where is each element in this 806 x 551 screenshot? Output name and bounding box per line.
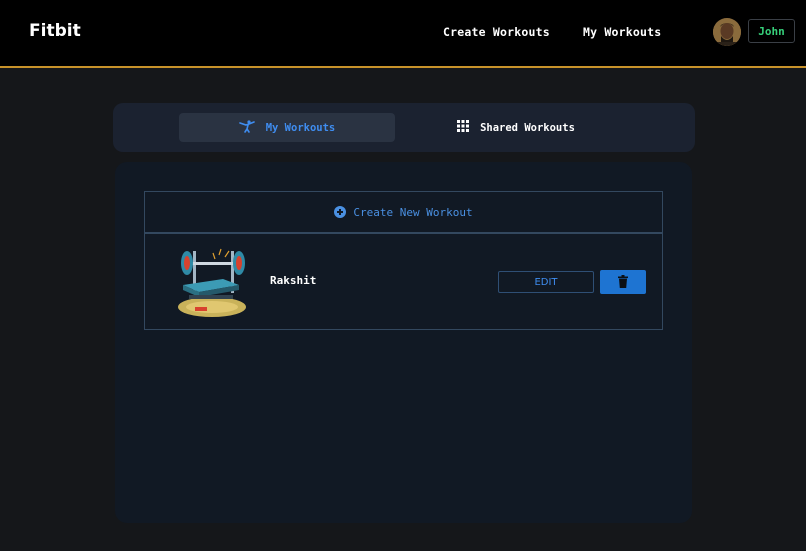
create-new-workout-label: Create New Workout [353, 205, 473, 219]
top-navbar: Fitbit Create Workouts My Workouts John [0, 0, 806, 68]
plus-circle-icon [334, 206, 347, 218]
grid-icon [457, 120, 470, 135]
tab-my-workouts[interactable]: My Workouts [179, 113, 395, 142]
tab-shared-workouts[interactable]: Shared Workouts [403, 113, 629, 142]
nav-my-workouts[interactable]: My Workouts [583, 25, 661, 39]
avatar-image [713, 18, 741, 46]
avatar[interactable] [713, 18, 741, 46]
delete-workout-button[interactable] [600, 270, 646, 294]
karate-kick-icon [238, 119, 255, 136]
create-new-workout-button[interactable]: Create New Workout [144, 191, 663, 233]
workouts-panel: Create New Workout Rakshit EDIT [115, 162, 692, 523]
tab-shared-workouts-label: Shared Workouts [480, 121, 575, 134]
workout-name: Rakshit [270, 274, 317, 287]
bench-press-illustration [175, 245, 250, 320]
workout-tabs: My Workouts Shared Workouts [113, 103, 695, 152]
user-menu-button[interactable]: John [748, 19, 795, 43]
nav-create-workouts[interactable]: Create Workouts [443, 25, 550, 39]
workout-card[interactable]: Rakshit EDIT [144, 233, 663, 330]
edit-workout-button[interactable]: EDIT [498, 271, 594, 293]
trash-icon [618, 273, 628, 292]
brand-logo[interactable]: Fitbit [29, 21, 81, 41]
tab-my-workouts-label: My Workouts [265, 121, 336, 134]
